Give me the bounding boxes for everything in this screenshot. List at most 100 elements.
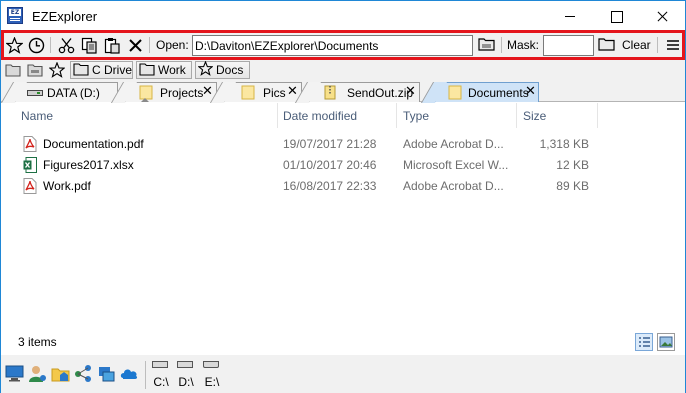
folder-icon — [73, 62, 89, 79]
star-icon — [197, 60, 214, 79]
drive-icon — [177, 361, 193, 368]
zip-icon — [324, 85, 336, 103]
pdf-icon — [23, 178, 37, 194]
window-title: EZExplorer — [32, 9, 98, 24]
clock-icon[interactable] — [26, 33, 46, 57]
file-row[interactable]: Figures2017.xlsx 01/10/2017 20:46 Micros… — [1, 155, 685, 176]
drive-label: D:\ — [178, 375, 194, 389]
item-count: 3 items — [18, 335, 57, 349]
drive-icon — [152, 361, 168, 368]
drive-c-button[interactable]: C:\ — [149, 359, 173, 391]
file-name: Figures2017.xlsx — [43, 158, 134, 172]
file-date: 01/10/2017 20:46 — [283, 158, 377, 172]
folder-icon — [139, 62, 155, 79]
tab-sendout-zip[interactable]: SendOut.zip ✕ — [294, 82, 420, 103]
close-icon[interactable] — [125, 33, 145, 57]
thumbnail-view-button[interactable] — [657, 333, 675, 351]
favorite-c-drive[interactable]: C Drive — [70, 61, 133, 79]
column-header-name[interactable]: Name — [21, 109, 53, 123]
favorite-work[interactable]: Work — [136, 61, 192, 79]
file-size: 1,318 KB — [539, 137, 589, 151]
excel-icon — [23, 157, 37, 173]
app-logo-text: EZ — [9, 9, 21, 16]
folder-icon — [241, 85, 255, 103]
column-header-date[interactable]: Date modified — [283, 109, 357, 123]
app-window: EZ EZExplorer Open: D:\Daviton\EZExplore… — [0, 0, 686, 393]
tab-label: Documents — [468, 86, 529, 100]
copy-icon[interactable] — [79, 33, 99, 57]
favorite-docs[interactable]: Docs — [195, 60, 250, 79]
cloud-icon[interactable] — [120, 364, 140, 384]
tab-close-icon[interactable]: ✕ — [405, 85, 417, 99]
file-type: Adobe Acrobat D... — [403, 137, 504, 151]
pdf-icon — [23, 136, 37, 152]
file-size: 89 KB — [556, 179, 589, 193]
status-bar: 3 items — [1, 331, 685, 353]
network-drive-icon[interactable] — [97, 364, 117, 384]
file-type: Microsoft Excel W... — [403, 158, 509, 172]
drive-d-button[interactable]: D:\ — [174, 359, 198, 391]
tab-documents[interactable]: Documents ✕ — [420, 82, 539, 103]
scissors-icon[interactable] — [56, 33, 76, 57]
maximize-button[interactable] — [593, 1, 639, 31]
favorites-drive-icon[interactable] — [25, 61, 45, 79]
tab-projects[interactable]: Projects ✕ — [110, 82, 217, 103]
tab-data-drive[interactable]: DATA (D:) — [0, 82, 118, 103]
file-row[interactable]: Work.pdf 16/08/2017 22:33 Adobe Acrobat … — [1, 176, 685, 197]
file-name: Documentation.pdf — [43, 137, 144, 151]
close-window-button[interactable] — [639, 1, 685, 31]
thumbnail-view-icon — [659, 336, 673, 348]
column-header-size[interactable]: Size — [523, 109, 546, 123]
favorites-folder-icon[interactable] — [3, 61, 23, 79]
details-view-button[interactable] — [635, 333, 653, 351]
favorites-bar: C Drive Work Docs — [1, 60, 685, 80]
menu-icon[interactable] — [663, 33, 683, 57]
file-name: Work.pdf — [43, 179, 91, 193]
path-input[interactable] — [192, 35, 473, 56]
favorite-label: C Drive — [92, 63, 133, 77]
drive-icon — [27, 87, 43, 101]
tab-strip: DATA (D:) Projects ✕ Pics ✕ SendOut.zip … — [0, 80, 685, 103]
optical-drive-icon — [203, 361, 219, 368]
shortcut-bar: C:\ D:\ E:\ — [1, 355, 685, 393]
tab-pics[interactable]: Pics ✕ — [209, 82, 302, 103]
tab-label: Pics — [263, 86, 286, 100]
folder-icon — [448, 85, 462, 103]
clear-button[interactable]: Clear — [622, 38, 651, 52]
favorite-label: Work — [158, 63, 186, 77]
details-view-icon — [639, 337, 650, 347]
main-toolbar: Open: Mask: Clear — [1, 30, 685, 60]
folder-icon — [597, 36, 615, 54]
tab-label: DATA (D:) — [47, 86, 100, 100]
home-folder-icon[interactable] — [51, 364, 71, 384]
file-list-header: Name Date modified Type Size — [1, 103, 685, 128]
star-icon[interactable] — [4, 33, 24, 57]
tab-label: SendOut.zip — [347, 86, 414, 100]
network-icon[interactable] — [74, 364, 94, 384]
drive-label: C:\ — [153, 375, 169, 389]
favorite-label: Docs — [216, 63, 244, 77]
open-label: Open: — [156, 38, 189, 52]
user-icon[interactable] — [28, 364, 48, 384]
computer-icon[interactable] — [5, 364, 25, 384]
mask-input[interactable] — [543, 35, 594, 56]
title-bar: EZ EZExplorer — [1, 1, 685, 31]
file-date: 19/07/2017 21:28 — [283, 137, 377, 151]
mask-label: Mask: — [507, 38, 540, 52]
drive-label: E:\ — [204, 375, 220, 389]
sort-caret-icon — [141, 98, 149, 102]
file-row[interactable]: Documentation.pdf 19/07/2017 21:28 Adobe… — [1, 134, 685, 155]
folder-icon — [477, 36, 495, 54]
file-size: 12 KB — [556, 158, 589, 172]
drive-e-button[interactable]: E:\ — [200, 359, 224, 391]
paste-icon[interactable] — [102, 33, 122, 57]
mask-folder-button[interactable] — [596, 33, 616, 57]
add-favorite-star-icon[interactable] — [47, 61, 67, 79]
column-header-type[interactable]: Type — [403, 109, 429, 123]
tab-close-icon[interactable]: ✕ — [525, 85, 537, 99]
browse-folder-button[interactable] — [476, 33, 496, 57]
file-type: Adobe Acrobat D... — [403, 179, 504, 193]
app-logo-icon: EZ — [7, 7, 23, 24]
file-date: 16/08/2017 22:33 — [283, 179, 377, 193]
minimize-button[interactable] — [547, 1, 593, 31]
